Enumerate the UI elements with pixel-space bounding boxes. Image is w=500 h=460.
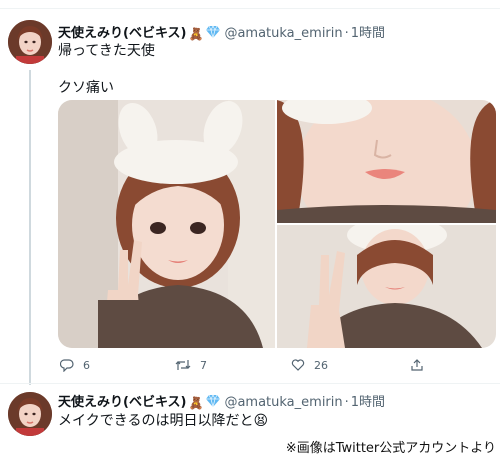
reply-avatar-photo bbox=[8, 392, 52, 436]
tweet-text-line-1: 帰ってきた天使 bbox=[58, 43, 155, 59]
reply-teddy-bear-emoji: 🧸 bbox=[188, 396, 204, 410]
reply-verified-diamond-icon bbox=[206, 394, 221, 413]
share-icon bbox=[411, 359, 423, 371]
photo-3[interactable] bbox=[277, 225, 496, 348]
timestamp[interactable]: 1時間 bbox=[351, 26, 385, 41]
image-credit: ※画像はTwitter公式アカウントより bbox=[275, 438, 500, 460]
reply-separator-dot: · bbox=[344, 395, 349, 410]
reply-count: 6 bbox=[83, 358, 90, 372]
teddy-bear-emoji: 🧸 bbox=[188, 27, 204, 41]
reply-icon bbox=[60, 359, 74, 372]
photo-grid bbox=[58, 100, 496, 348]
retweet-button[interactable]: 7 bbox=[175, 358, 207, 372]
previous-tweet-edge bbox=[0, 0, 500, 9]
thread-connector-line bbox=[29, 70, 31, 385]
verified-diamond-icon bbox=[206, 25, 221, 44]
photo-3-image bbox=[277, 225, 496, 348]
tweet-text-line-2: クソ痛い bbox=[58, 80, 114, 96]
like-count: 26 bbox=[314, 358, 328, 372]
photo-1-image bbox=[58, 100, 275, 348]
reply-header: 天使えみり(ベビキス) 🧸 @amatuka_emirin · 1時間 bbox=[58, 394, 385, 413]
weary-face-emoji: 😫 bbox=[253, 413, 269, 429]
retweet-count: 7 bbox=[200, 358, 207, 372]
photo-1[interactable] bbox=[58, 100, 275, 348]
heart-icon bbox=[291, 359, 305, 371]
avatar[interactable] bbox=[8, 20, 52, 64]
reply-button[interactable]: 6 bbox=[60, 358, 90, 372]
display-name[interactable]: 天使えみり(ベビキス) bbox=[58, 26, 187, 41]
retweet-icon bbox=[175, 360, 191, 370]
reply-avatar[interactable] bbox=[8, 392, 52, 436]
reply-timestamp[interactable]: 1時間 bbox=[351, 395, 385, 410]
handle[interactable]: @amatuka_emirin bbox=[224, 26, 342, 41]
reply-display-name[interactable]: 天使えみり(ベビキス) bbox=[58, 395, 187, 410]
action-bar: 6 7 26 bbox=[58, 358, 496, 378]
photo-2[interactable] bbox=[277, 100, 496, 223]
share-button[interactable] bbox=[410, 358, 424, 372]
avatar-photo bbox=[8, 20, 52, 64]
reply-handle[interactable]: @amatuka_emirin bbox=[224, 395, 342, 410]
reply-text-body: メイクできるのは明日以降だと bbox=[58, 413, 254, 429]
reply-text: メイクできるのは明日以降だと😫 bbox=[58, 412, 268, 430]
like-button[interactable]: 26 bbox=[291, 358, 328, 372]
separator-dot: · bbox=[344, 26, 349, 41]
tweet-divider bbox=[0, 383, 500, 384]
photo-2-image bbox=[277, 100, 496, 223]
